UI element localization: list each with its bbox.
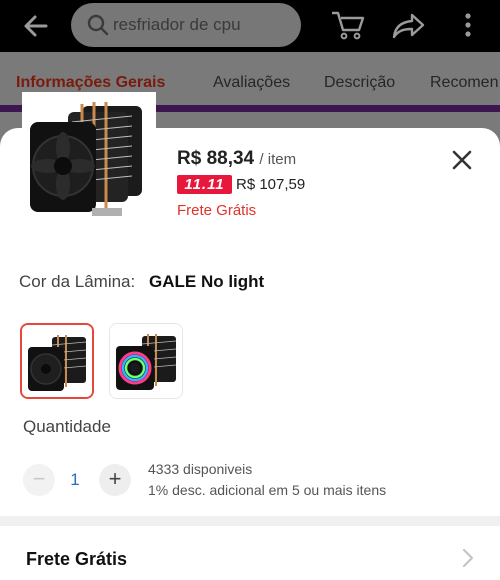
unit-price: R$ 88,34 / item: [177, 148, 296, 170]
chevron-right-icon[interactable]: [462, 548, 474, 573]
stock-available: 4333 disponiveis: [148, 461, 253, 477]
tab-recomendados[interactable]: Recomen: [430, 74, 498, 92]
search-placeholder: resfriador de cpu: [113, 15, 241, 34]
color-label: Cor da Lâmina:: [19, 272, 136, 291]
section-divider: [0, 516, 500, 526]
quantity-label: Quantidade: [23, 417, 111, 436]
variant-no-light[interactable]: [20, 323, 94, 399]
product-thumbnail: [22, 92, 156, 224]
tab-informacoes-gerais[interactable]: Informações Gerais: [16, 74, 165, 92]
price-unit: / item: [259, 151, 297, 168]
price-value: R$ 88,34: [177, 148, 255, 169]
free-shipping-label: Frete Grátis: [177, 202, 257, 219]
search-input[interactable]: resfriador de cpu: [71, 3, 301, 47]
tab-avaliacoes[interactable]: Avaliações: [213, 74, 290, 92]
bulk-discount-note: 1% desc. adicional em 5 ou mais itens: [148, 482, 387, 498]
selected-color-value: GALE No light: [149, 272, 265, 291]
cart-icon[interactable]: [330, 10, 366, 45]
shipping-row-title[interactable]: Frete Grátis: [26, 549, 127, 570]
more-options-icon[interactable]: [463, 12, 473, 43]
original-price: R$ 107,59: [236, 176, 306, 193]
back-arrow-icon[interactable]: [22, 12, 50, 40]
close-icon[interactable]: [450, 148, 474, 172]
promo-badge: 11.11: [177, 175, 232, 194]
variant-rgb[interactable]: [109, 323, 183, 399]
quantity-decrease-button[interactable]: −: [23, 464, 55, 496]
quantity-input[interactable]: 1: [66, 470, 84, 490]
quantity-increase-button[interactable]: +: [99, 464, 131, 496]
share-icon[interactable]: [392, 12, 426, 45]
tab-descricao[interactable]: Descrição: [324, 74, 395, 92]
top-bar: resfriador de cpu: [0, 0, 500, 52]
search-icon: [87, 14, 109, 41]
